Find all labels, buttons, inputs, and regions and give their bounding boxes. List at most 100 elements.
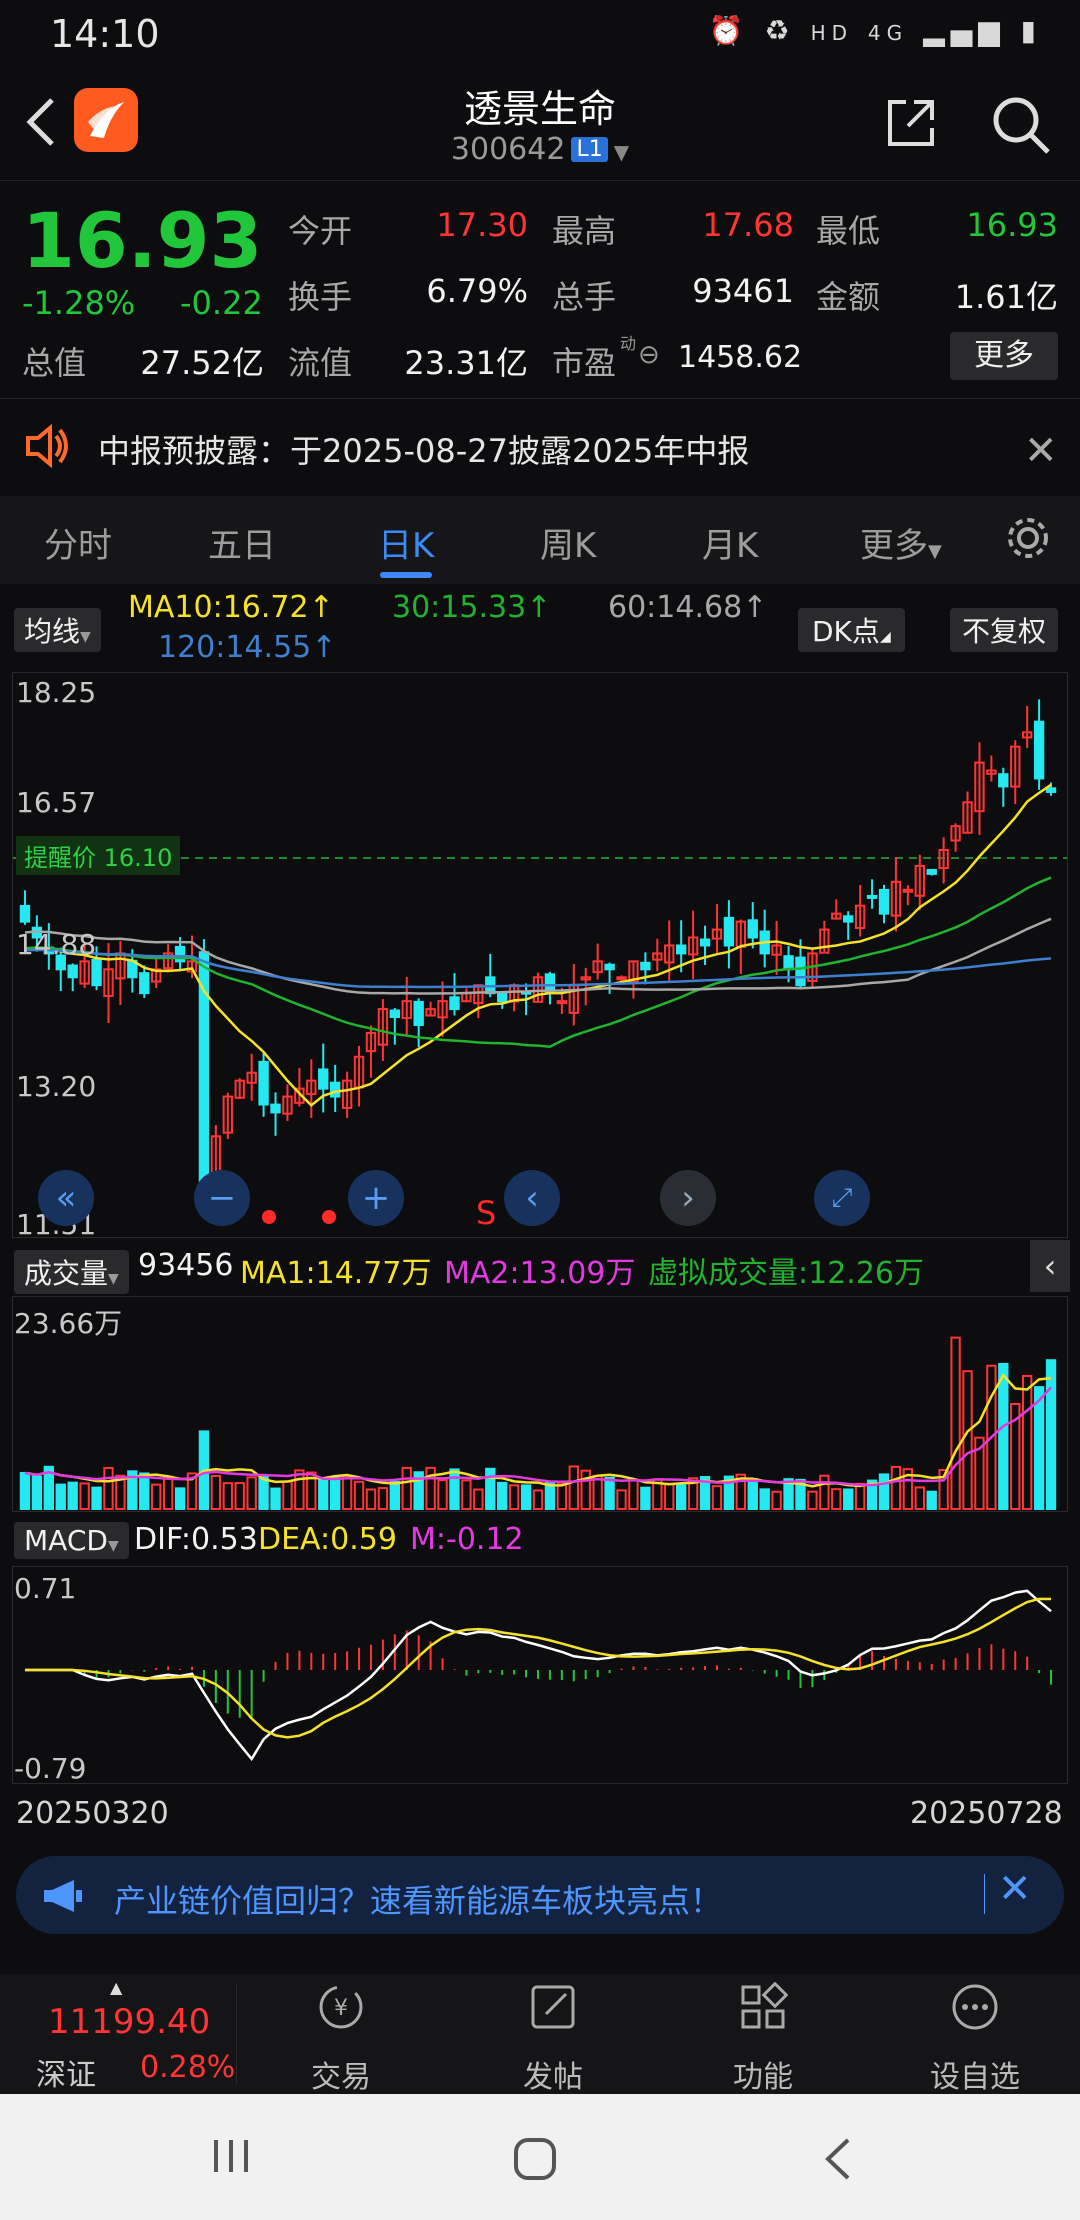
candle-body xyxy=(270,1103,281,1114)
tab-five-day[interactable]: 五日 xyxy=(208,518,276,567)
tab-daily-k[interactable]: 日K xyxy=(378,518,434,567)
macd-axis-bottom: -0.79 xyxy=(14,1752,87,1785)
volume-bar xyxy=(389,1480,401,1510)
volume-label: 总手 xyxy=(552,278,617,316)
recent-apps-icon[interactable] xyxy=(206,2134,256,2178)
sell-marker[interactable]: S xyxy=(476,1194,496,1232)
nav-post-label: 发帖 xyxy=(523,2060,583,2095)
macd-chart[interactable] xyxy=(13,1567,1067,1783)
volume-bar xyxy=(103,1466,114,1510)
more-button[interactable]: 更多 xyxy=(950,332,1058,380)
rewind-icon[interactable]: « xyxy=(38,1170,94,1226)
volume-chart[interactable] xyxy=(13,1297,1067,1511)
volume-bar xyxy=(520,1484,532,1511)
nav-add-watchlist-label: 设自选 xyxy=(930,2060,1020,2095)
volume-bar xyxy=(831,1488,842,1511)
open-label: 今开 xyxy=(288,212,353,250)
svg-text:¥: ¥ xyxy=(334,1996,348,2021)
candle-body xyxy=(329,1081,341,1098)
battery-icon: ▮ xyxy=(1020,14,1042,47)
volume-bar xyxy=(950,1336,961,1511)
ma60-value: 60:14.68↑ xyxy=(608,590,768,625)
volume-bar xyxy=(711,1485,723,1510)
event-dot[interactable] xyxy=(262,1210,276,1224)
tab-more[interactable]: 更多▼ xyxy=(860,518,942,567)
macd-dea: DEA:0.59 xyxy=(258,1522,397,1557)
close-icon[interactable]: ✕ xyxy=(998,1866,1032,1912)
volume-bar xyxy=(151,1483,162,1510)
candle-body xyxy=(19,904,31,923)
volume-indicator-select[interactable]: 成交量▼ xyxy=(14,1250,129,1294)
volume-bar xyxy=(449,1468,460,1511)
close-icon[interactable]: ✕ xyxy=(1024,428,1058,474)
candle-body xyxy=(91,958,102,987)
tab-intraday[interactable]: 分时 xyxy=(44,518,112,567)
zoom-out-icon[interactable]: − xyxy=(194,1170,250,1226)
volume-bar xyxy=(675,1484,687,1511)
nav-function[interactable]: 功能 xyxy=(688,1978,838,2095)
candle-body xyxy=(413,1000,424,1026)
dropdown-icon: ▼ xyxy=(928,541,942,562)
back-nav-icon[interactable] xyxy=(818,2134,858,2184)
volume-bar xyxy=(329,1477,341,1511)
event-dot[interactable] xyxy=(322,1210,336,1224)
virtual-volume: 虚拟成交量:12.26万 xyxy=(648,1256,924,1291)
promo-text[interactable]: 产业链价值回归？速看新能源车板块亮点！ xyxy=(114,1876,722,1922)
volume-bar xyxy=(604,1476,615,1510)
share-icon[interactable] xyxy=(884,96,938,150)
index-percent[interactable]: 0.28% xyxy=(140,2050,235,2085)
date-end: 20250728 xyxy=(910,1796,1063,1831)
home-icon[interactable] xyxy=(510,2134,560,2184)
next-icon[interactable]: › xyxy=(660,1170,716,1226)
pe-info-icon[interactable]: ⊖ xyxy=(638,340,660,370)
kline-chart[interactable] xyxy=(13,673,1067,1237)
volume-bar xyxy=(926,1490,937,1510)
divider xyxy=(984,1874,985,1914)
collapse-icon[interactable]: ‹ xyxy=(1030,1240,1070,1292)
search-icon[interactable] xyxy=(988,92,1052,156)
tab-monthly-k[interactable]: 月K xyxy=(702,518,758,567)
gear-icon[interactable] xyxy=(1004,514,1052,562)
clock: 14:10 xyxy=(50,12,160,56)
candle-body xyxy=(1045,787,1057,793)
notice-text[interactable]: 中报预披露：于2025-08-27披露2025年中报 xyxy=(98,426,749,472)
alert-price-label: 提醒价 16.10 xyxy=(16,836,181,875)
price-axis-mid2: 14.88 xyxy=(16,928,97,961)
dk-point-button[interactable]: DK点◢ xyxy=(798,608,905,652)
nav-post[interactable]: 发帖 xyxy=(478,1978,628,2095)
prev-icon[interactable]: ‹ xyxy=(504,1170,560,1226)
ma-indicator-select[interactable]: 均线▼ xyxy=(14,608,101,652)
tab-weekly-k[interactable]: 周K xyxy=(540,518,596,567)
volume-ma1-line xyxy=(24,1373,1052,1488)
volume-panel[interactable] xyxy=(12,1296,1068,1512)
grid-icon xyxy=(741,1982,788,2029)
candle-body xyxy=(616,976,627,981)
dropdown-icon: ▼ xyxy=(107,1538,119,1554)
more-dots-icon xyxy=(952,1984,998,2030)
volume-bar xyxy=(55,1483,66,1510)
candle-body xyxy=(795,956,806,987)
candle-body xyxy=(258,1060,269,1106)
status-bar: 14:10 ⏰ ♻ HD 4G ▂▄▆ ▮ xyxy=(0,0,1080,70)
high-value: 17.68 xyxy=(702,206,794,244)
kline-panel[interactable] xyxy=(12,672,1068,1238)
ma120-value: 120:14.55↑ xyxy=(158,630,337,665)
zoom-in-icon[interactable]: + xyxy=(348,1170,404,1226)
candle-body xyxy=(878,888,890,915)
price-axis-top: 18.25 xyxy=(16,676,97,709)
nav-add-watchlist[interactable]: 设自选 xyxy=(900,1978,1050,2095)
index-name[interactable]: 深证 xyxy=(36,2050,96,2094)
candle-body xyxy=(139,972,150,995)
volume-bar xyxy=(819,1474,830,1511)
volume-bar xyxy=(139,1472,150,1511)
active-tab-indicator xyxy=(380,572,432,578)
nav-trade[interactable]: ¥ 交易 xyxy=(266,1978,416,2095)
volume-bar xyxy=(341,1474,353,1510)
index-value[interactable]: 11199.40 xyxy=(48,2002,210,2042)
expand-icon[interactable]: ⤢ xyxy=(814,1170,870,1226)
volume-bar xyxy=(258,1476,269,1510)
adjust-button[interactable]: 不复权 xyxy=(950,608,1059,652)
low-value: 16.93 xyxy=(966,206,1058,244)
macd-indicator-select[interactable]: MACD▼ xyxy=(14,1522,129,1559)
macd-panel[interactable] xyxy=(12,1566,1068,1784)
